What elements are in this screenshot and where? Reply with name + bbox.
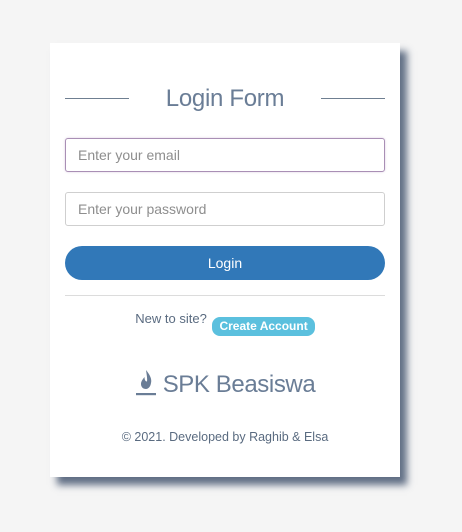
brand: SPK Beasiswa [50,369,400,403]
form-title: Login Form [165,85,285,112]
footer-copyright: © 2021. Developed by Raghib & Elsa [121,430,329,444]
signup-row: New to site? Create Account [50,311,400,336]
form-title-row: Login Form [65,83,385,115]
title-divider-right [321,98,385,99]
signup-prompt: New to site? [135,311,207,326]
login-button[interactable]: Login [65,246,385,280]
login-card: Login Form Login New to site? Create Acc… [50,43,400,477]
form-divider [65,295,385,296]
password-field[interactable] [65,192,385,226]
create-account-button[interactable]: Create Account [212,317,315,336]
email-field[interactable] [65,138,385,172]
brand-name: SPK Beasiswa [162,371,316,398]
flame-icon [135,370,156,396]
